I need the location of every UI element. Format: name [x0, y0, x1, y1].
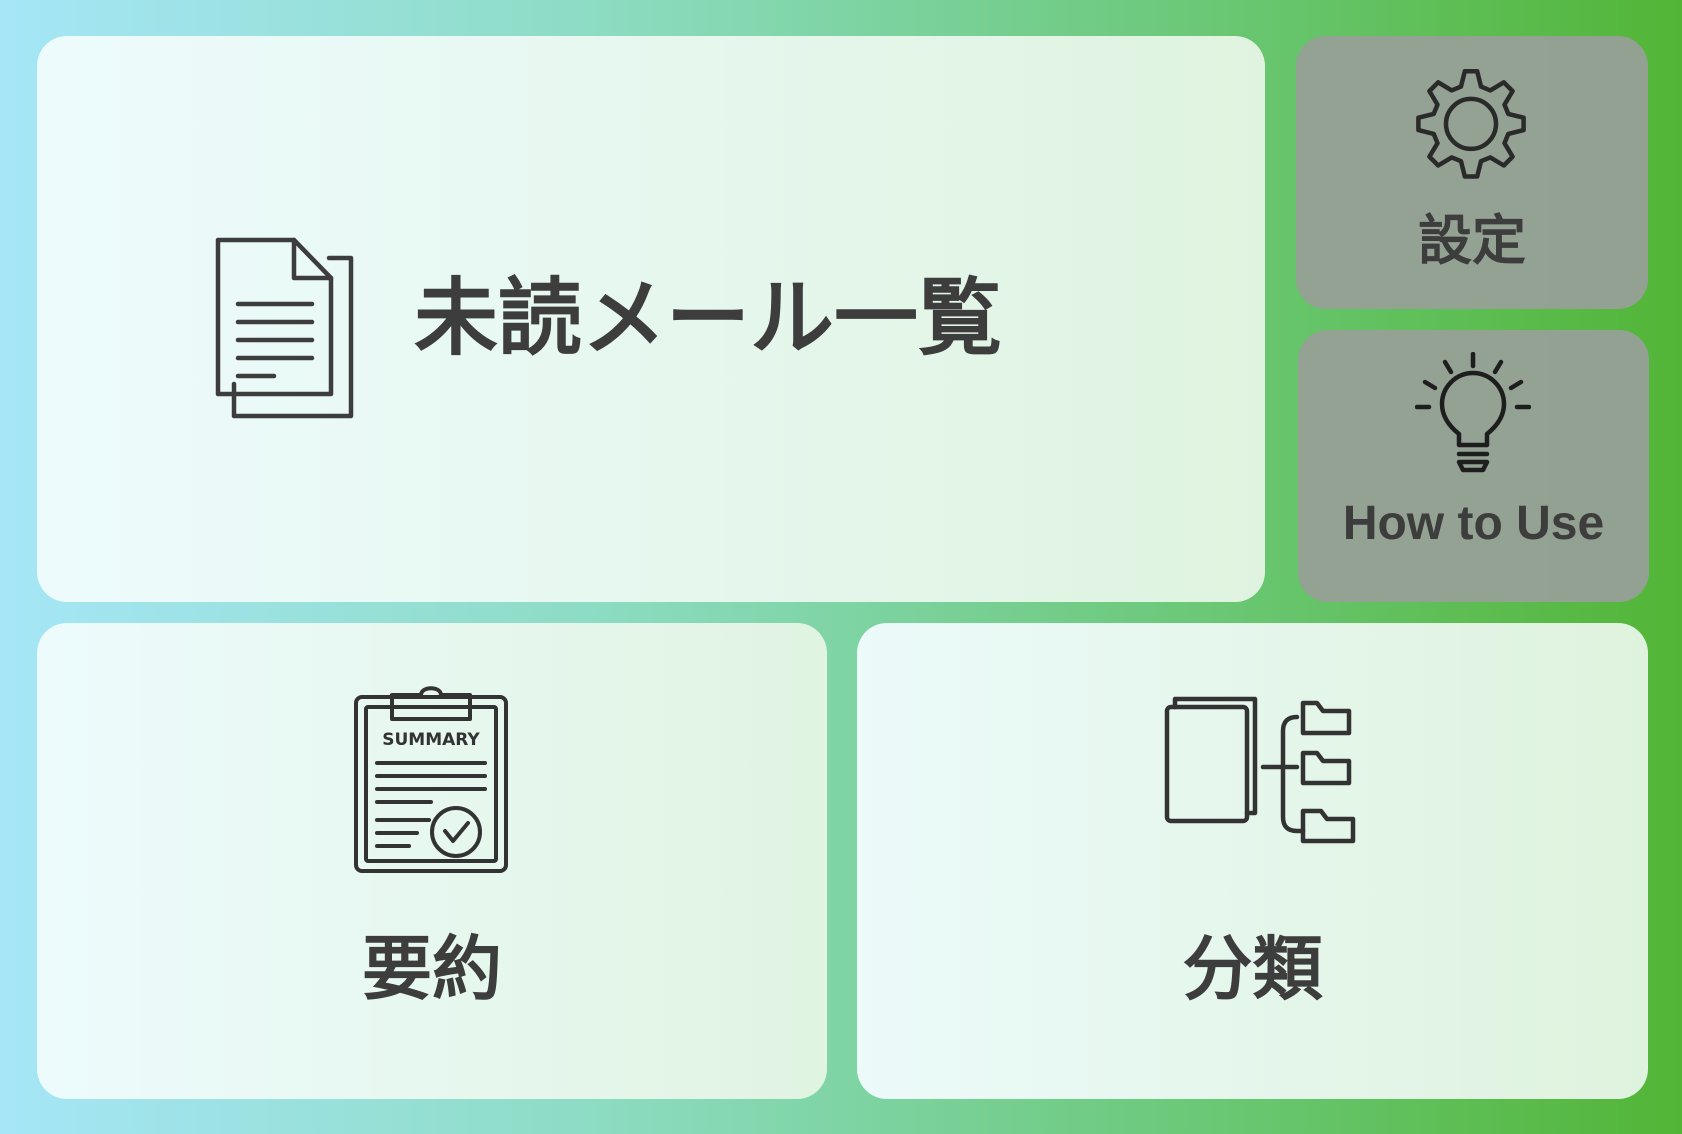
classify-label: 分類: [1182, 928, 1323, 1010]
summary-tile[interactable]: SUMMARY 要約: [37, 623, 827, 1099]
folder-tree-icon: [1163, 695, 1361, 855]
gear-icon: [1409, 62, 1533, 186]
classify-tile[interactable]: 分類: [857, 623, 1648, 1099]
lightbulb-icon: [1415, 352, 1531, 476]
summary-icon-text: SUMMARY: [382, 730, 480, 750]
settings-tile[interactable]: 設定: [1296, 36, 1648, 309]
unread-mail-list-label: 未読メール一覧: [414, 269, 1003, 367]
settings-label: 設定: [1418, 209, 1526, 272]
summary-label: 要約: [362, 928, 502, 1010]
how-to-use-label: How to Use: [1342, 497, 1605, 550]
how-to-use-tile[interactable]: How to Use: [1298, 330, 1649, 602]
unread-mail-list-tile[interactable]: 未読メール一覧: [37, 36, 1265, 602]
clipboard-summary-icon: SUMMARY: [353, 683, 509, 875]
document-icon: [214, 236, 354, 421]
